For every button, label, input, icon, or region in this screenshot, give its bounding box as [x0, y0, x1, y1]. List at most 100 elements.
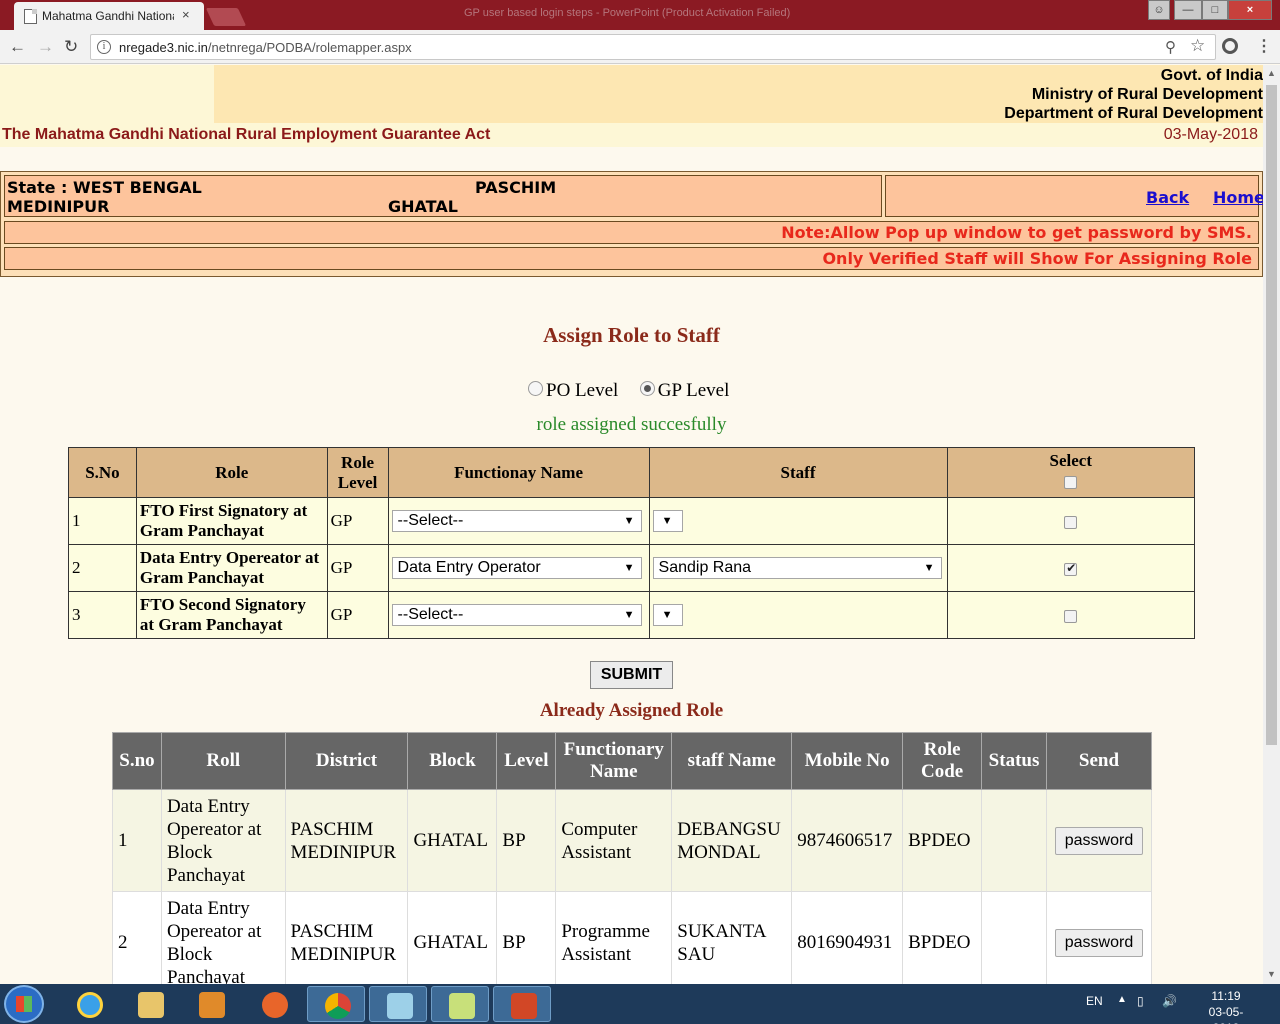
row-select-cell — [946, 497, 1196, 545]
close-window-button[interactable]: × — [1228, 0, 1272, 20]
gp-level-label: GP Level — [657, 380, 730, 401]
staff-select[interactable]: ▼ — [652, 510, 683, 533]
col-functionary: Functionay Name — [387, 447, 650, 498]
location-info-panel: State : WEST BENGAL PASCHIM MEDINIPUR GH… — [0, 171, 1263, 277]
url-text: nregade3.nic.in/netnrega/PODBA/rolemappe… — [119, 40, 412, 55]
cell-sno: 2 — [112, 891, 162, 985]
new-tab-button[interactable] — [205, 8, 247, 26]
row-sno: 3 — [68, 591, 137, 639]
row-level: GP — [326, 544, 389, 592]
network-icon[interactable]: ▯ — [1137, 994, 1144, 1008]
minimize-button[interactable]: — — [1174, 0, 1202, 20]
tray-expand-icon[interactable]: ▲ — [1117, 994, 1127, 1005]
site-info-icon[interactable]: i — [97, 40, 111, 54]
row-functionary-cell: Data Entry Operator ▼ — [387, 544, 650, 592]
taskbar-powerpoint[interactable] — [493, 986, 551, 1022]
row-select-checkbox[interactable] — [1064, 515, 1078, 529]
cell-status — [981, 789, 1047, 892]
po-level-radio[interactable] — [528, 381, 543, 397]
forward-arrow-icon[interactable]: → — [37, 37, 54, 57]
row-sno: 2 — [68, 544, 137, 592]
functionary-select[interactable]: --Select-- ▼ — [391, 604, 642, 627]
volume-icon[interactable]: 🔊 — [1162, 994, 1177, 1008]
state-box: State : WEST BENGAL PASCHIM MEDINIPUR GH… — [4, 175, 882, 217]
maximize-button[interactable]: □ — [1202, 0, 1228, 20]
district-paschim-label: PASCHIM — [475, 178, 557, 197]
col-role-level: Role Level — [326, 447, 389, 498]
col-select: Select — [946, 447, 1196, 498]
gp-level-radio[interactable] — [639, 381, 655, 397]
menu-kebab-icon[interactable]: ⋮ — [1256, 36, 1272, 56]
send-password-button[interactable]: password — [1054, 928, 1144, 957]
internet-explorer-icon — [77, 992, 103, 1018]
cell-mobile: 9874606517 — [791, 789, 904, 892]
send-password-button[interactable]: password — [1054, 826, 1144, 855]
scroll-down-icon[interactable]: ▼ — [1267, 969, 1276, 979]
col-send: Send — [1045, 732, 1153, 790]
row-sno: 1 — [68, 497, 137, 545]
col-mobile: Mobile No — [791, 732, 904, 790]
current-date: 03-May-2018 — [1163, 126, 1258, 143]
chevron-down-icon: ▼ — [923, 562, 935, 575]
cell-district: PASCHIM MEDINIPUR — [284, 789, 409, 892]
taskbar-media-player[interactable] — [182, 986, 240, 1022]
taskbar-file-explorer[interactable] — [121, 986, 179, 1022]
staff-select[interactable]: Sandip Rana ▼ — [652, 557, 942, 580]
col-status: Status — [981, 732, 1047, 790]
file-explorer-icon — [138, 992, 164, 1018]
row-select-checkbox[interactable] — [1064, 609, 1078, 623]
col-role-code: Role Code — [902, 732, 983, 790]
reload-icon[interactable]: ↻ — [64, 37, 78, 57]
powerpoint-icon — [511, 993, 537, 1019]
row-select-checkbox[interactable] — [1064, 561, 1078, 576]
functionary-select[interactable]: --Select-- ▼ — [391, 510, 642, 533]
functionary-select[interactable]: Data Entry Operator ▼ — [391, 557, 642, 580]
tab-close-icon[interactable]: × — [182, 7, 190, 22]
col-select-label: Select — [1049, 451, 1092, 470]
firefox-icon — [262, 992, 288, 1018]
extension-icon[interactable] — [1222, 38, 1238, 54]
staff-select[interactable]: ▼ — [652, 604, 683, 627]
start-button[interactable] — [4, 985, 44, 1023]
taskbar-internet-explorer[interactable] — [60, 986, 118, 1022]
cell-functionary: Programme Assistant — [555, 891, 673, 985]
language-indicator[interactable]: EN — [1086, 994, 1103, 1008]
col-sno: S.no — [112, 732, 162, 790]
col-roll: Roll — [160, 732, 286, 790]
bookmark-star-icon[interactable]: ☆ — [1190, 36, 1205, 56]
row-staff-cell: Sandip Rana ▼ — [648, 544, 948, 592]
scroll-up-icon[interactable]: ▲ — [1267, 68, 1276, 78]
chevron-down-icon: ▼ — [623, 562, 635, 575]
block-label: GHATAL — [388, 197, 458, 216]
cell-send: password — [1045, 789, 1153, 892]
submit-button[interactable]: SUBMIT — [590, 661, 673, 689]
back-arrow-icon[interactable]: ← — [9, 37, 26, 57]
ministry-label: Ministry of Rural Development — [1031, 86, 1263, 103]
page-content: Govt. of India Ministry of Rural Develop… — [0, 65, 1263, 985]
window-title: GP user based login steps - PowerPoint (… — [464, 7, 791, 19]
state-label: State : WEST BENGAL — [7, 178, 202, 197]
address-bar[interactable]: i nregade3.nic.in/netnrega/PODBA/rolemap… — [90, 34, 1216, 60]
header-right-panel: Govt. of India Ministry of Rural Develop… — [214, 65, 1263, 123]
user-profile-icon[interactable]: ☺ — [1148, 0, 1170, 20]
taskbar-notepad[interactable] — [369, 986, 427, 1022]
system-clock[interactable]: 11:19 03-05-2018 — [1196, 988, 1256, 1024]
home-link[interactable]: Home — [1213, 188, 1263, 207]
cell-roll: Data Entry Opereator at Block Panchayat — [160, 789, 286, 892]
taskbar-firefox[interactable] — [245, 986, 303, 1022]
row-functionary-cell: --Select-- ▼ — [387, 497, 650, 545]
taskbar-folder[interactable] — [431, 986, 489, 1022]
back-link[interactable]: Back — [1146, 188, 1189, 207]
cell-mobile: 8016904931 — [791, 891, 904, 985]
zoom-icon[interactable]: ⚲ — [1165, 38, 1176, 56]
cell-block: GHATAL — [407, 891, 498, 985]
nav-links-box: Back Home — [885, 175, 1263, 217]
tab-title: Mahatma Gandhi Nationa — [42, 9, 174, 23]
media-player-icon — [199, 992, 225, 1018]
taskbar-chrome[interactable] — [307, 986, 365, 1022]
page-scrollbar[interactable]: ▲ ▼ — [1263, 65, 1280, 985]
scrollbar-thumb[interactable] — [1266, 85, 1277, 745]
browser-tab[interactable]: Mahatma Gandhi Nationa × — [14, 2, 204, 30]
select-all-checkbox[interactable] — [1064, 475, 1078, 489]
po-level-label: PO Level — [546, 380, 619, 401]
